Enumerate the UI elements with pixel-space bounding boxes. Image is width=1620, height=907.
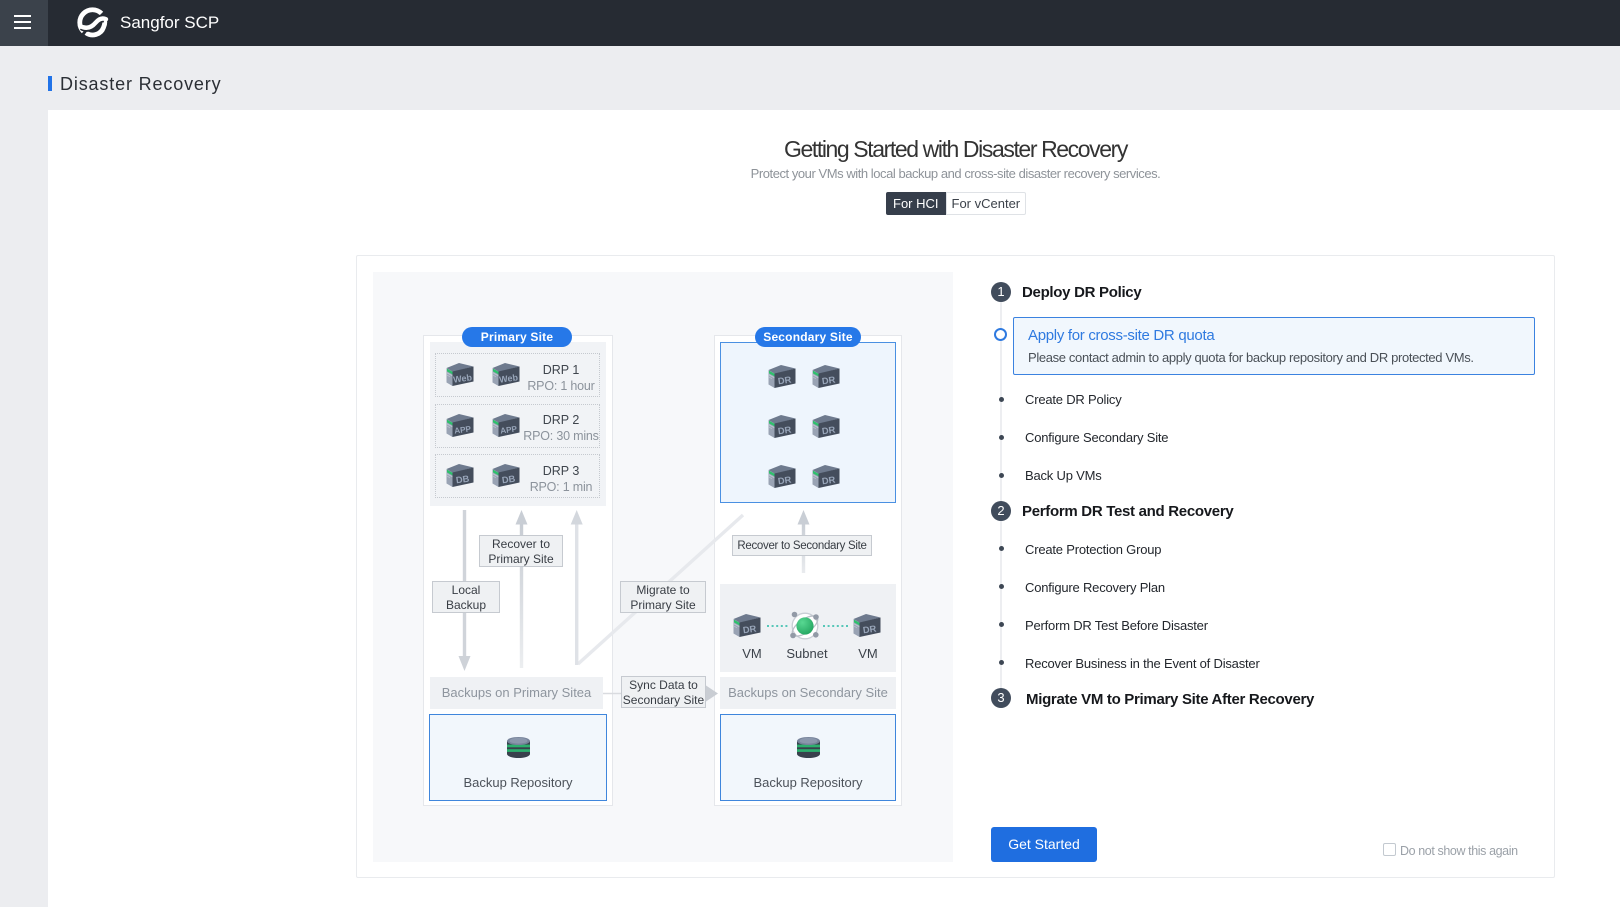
svg-text:DR: DR (742, 624, 757, 636)
svg-text:DR: DR (777, 375, 792, 387)
svg-text:DR: DR (777, 475, 792, 487)
svg-text:Web: Web (453, 372, 474, 385)
svg-text:APP: APP (500, 424, 518, 435)
svg-text:DR: DR (821, 375, 836, 387)
svg-text:Web: Web (499, 372, 520, 385)
svg-text:DR: DR (821, 425, 836, 437)
svg-text:DB: DB (455, 474, 470, 486)
svg-text:DR: DR (821, 475, 836, 487)
svg-text:DR: DR (777, 425, 792, 437)
svg-text:DR: DR (862, 624, 877, 636)
svg-text:DB: DB (501, 474, 516, 486)
svg-text:APP: APP (454, 424, 472, 435)
